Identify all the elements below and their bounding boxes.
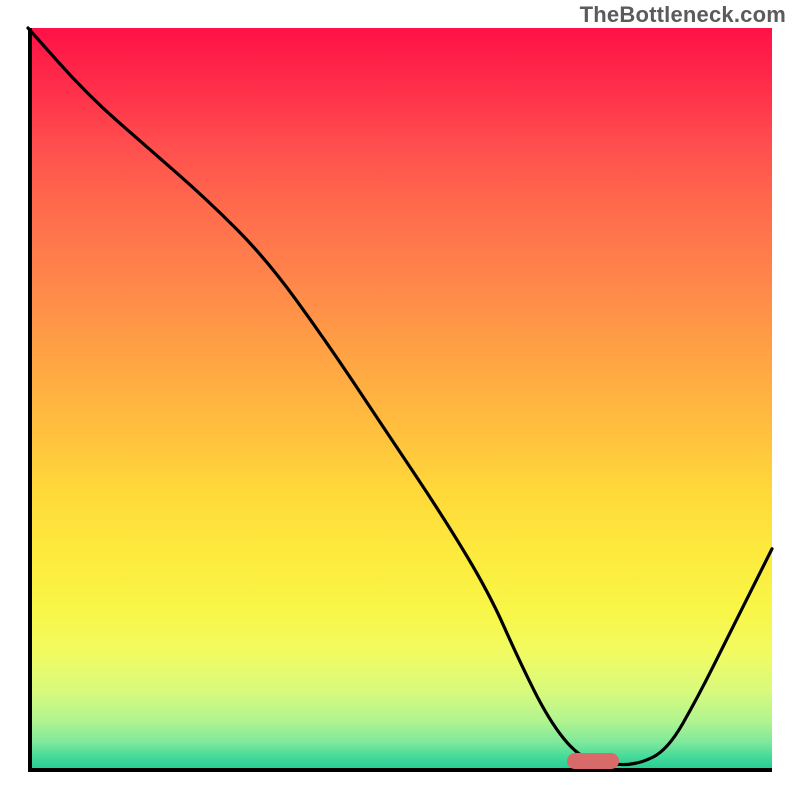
optimal-marker [567,753,619,769]
plot-area [28,28,772,772]
chart-container: TheBottleneck.com [0,0,800,800]
curve-svg [28,28,772,772]
bottleneck-curve-path [28,28,772,765]
watermark-text: TheBottleneck.com [580,2,786,28]
